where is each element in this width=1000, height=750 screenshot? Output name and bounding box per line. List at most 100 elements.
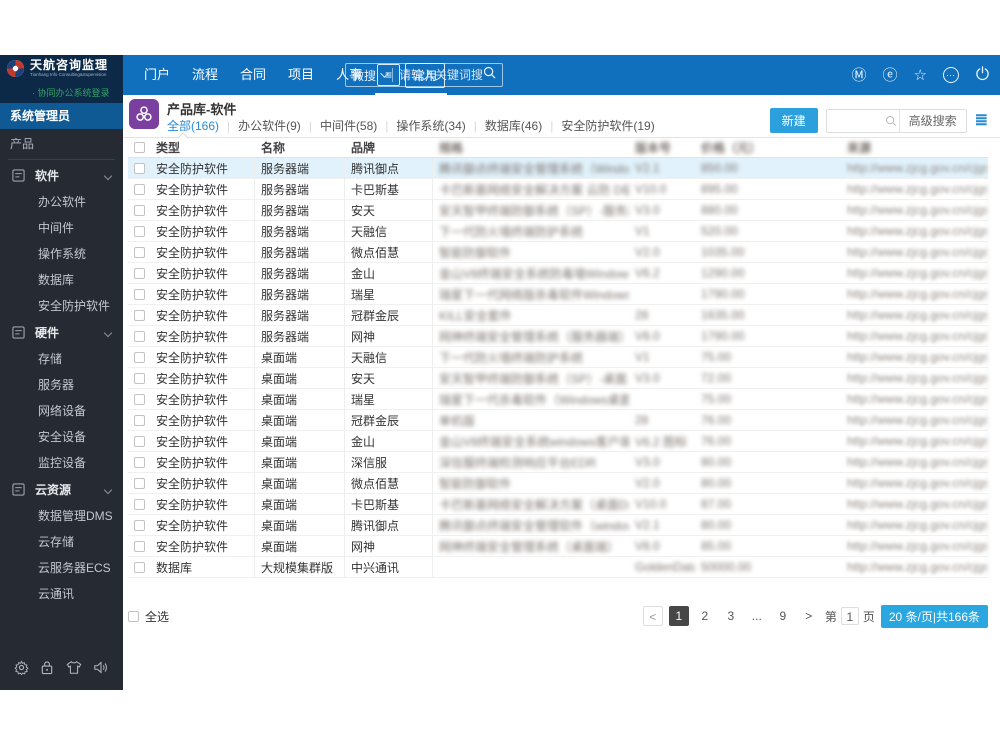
header-checkbox[interactable] [133,142,145,153]
row-checkbox[interactable] [133,162,145,174]
more-options-icon[interactable]: ⋯ [943,67,959,83]
cell-source[interactable]: http://www.zjcg.gov.cn/cjgs/ [841,326,988,346]
row-checkbox[interactable] [133,267,145,279]
sidebar-item-数据库[interactable]: 数据库 [0,267,123,293]
cell-source[interactable]: http://www.zjcg.gov.cn/cjgs/ [841,242,988,262]
cell-source[interactable]: http://www.zjcg.gov.cn/cjgs/ [841,158,988,178]
row-checkbox[interactable] [133,498,145,510]
table-row[interactable]: 安全防护软件服务器端金山金山V8终端安全系统防毒墙Windows服务器 V6.2 1… [128,263,988,284]
row-checkbox[interactable] [133,309,145,321]
table-row[interactable]: 安全防护软件 桌面端 金山 金山V8终端安全系统windows客户端 V6.2 图标 76… [128,431,988,452]
cell-source[interactable]: http://www.zjcg.gov.cn/cjgs/ [841,347,988,367]
sidebar-item-服务器[interactable]: 服务器 [0,372,123,398]
filter-tab-5[interactable]: 数据库(46) [485,117,542,134]
page-button-1[interactable]: 1 [668,606,689,626]
list-view-icon[interactable]: ≣ [975,112,988,129]
cell-source[interactable]: http://www.zjcg.gov.cn/cjgs/ [841,179,988,199]
table-row[interactable]: 安全防护软件 桌面端 微点佰慧 智能防御软件 V2.0 80.00 http://www.z… [128,473,988,494]
row-checkbox[interactable] [133,519,145,531]
table-row[interactable]: 安全防护软件 桌面端 天融信 下一代防火墙终端防护系统 V1 75.00 http://ww… [128,347,988,368]
page-button-9[interactable]: 9 [773,606,793,626]
settings-gear-icon[interactable] [14,659,29,675]
row-checkbox[interactable] [133,456,145,468]
table-row[interactable]: 安全防护软件 桌面端 冠群金辰 单机版 28 76.00 http://www.zjcg.g… [128,410,988,431]
table-row[interactable]: 安全防护软件 服务器端 冠群金辰 KILL安全套件 28 1635.00 http://ww… [128,305,988,326]
sidebar-group-2[interactable]: 硬件 [0,319,123,346]
table-row[interactable]: 安全防护软件 桌面端 网神 网神终端安全管理系统（桌面端） V8.0 85.00 http:… [128,536,988,557]
cell-source[interactable]: http://www.zjcg.gov.cn/cjgs/ [841,515,988,535]
page-button-2[interactable]: 2 [695,606,715,626]
filter-tab-2[interactable]: 办公软件(9) [238,117,301,134]
row-checkbox[interactable] [133,246,145,258]
search-scope-label[interactable]: 微搜 [352,67,376,84]
cell-source[interactable]: http://www.zjcg.gov.cn/cjgs/ [841,305,988,325]
table-row[interactable]: 安全防护软件 服务器端 网神 网神终端安全管理系统（服务器端） V8.0 1790.00 h… [128,326,988,347]
cell-source[interactable]: http://www.zjcg.gov.cn/cjgs/ [841,473,988,493]
row-checkbox[interactable] [133,540,145,552]
select-all-checkbox[interactable] [128,610,139,622]
cell-source[interactable]: http://www.zjcg.gov.cn/cjgs/ [841,452,988,472]
sidebar-item-操作系统[interactable]: 操作系统 [0,241,123,267]
nav-item-2[interactable]: 流程 [181,55,229,95]
page-jump-input[interactable]: 1 [840,607,859,625]
table-row[interactable]: 安全防护软件桌面端卡巴斯基卡巴斯基网络安全解决方案（桌面D级别）- KD... V… [128,494,988,515]
sidebar-item-数据管理DMS[interactable]: 数据管理DMS [0,503,123,529]
sidebar-item-办公软件[interactable]: 办公软件 [0,189,123,215]
cell-source[interactable]: http://www.zjcg.gov.cn/cjgs/ [841,284,988,304]
theme-shirt-icon[interactable] [66,660,82,675]
lock-icon[interactable] [40,660,54,675]
sidebar-group-1[interactable]: 软件 [0,162,123,189]
sidebar-item-安全设备[interactable]: 安全设备 [0,424,123,450]
filter-tab-4[interactable]: 操作系统(34) [396,117,465,134]
sidebar-item-中间件[interactable]: 中间件 [0,215,123,241]
nav-item-1[interactable]: 门户 [133,55,181,95]
table-row[interactable]: 安全防护软件桌面端瑞星瑞星下一代杀毒软件（Windows桌面版） 75.00 htt… [128,389,988,410]
next-page-button[interactable]: > [799,606,819,626]
cell-source[interactable]: http://www.zjcg.gov.cn/cjgs/ [841,410,988,430]
row-checkbox[interactable] [133,561,145,573]
page-button-3[interactable]: 3 [721,606,741,626]
new-button[interactable]: 新建 [769,108,818,133]
table-row[interactable]: 安全防护软件 服务器端 瑞星 瑞星下一代网络版杀毒软件Windows版 1790.00 h… [128,284,988,305]
cell-source[interactable]: http://www.zjcg.gov.cn/cjgs/ [841,431,988,451]
global-search-input[interactable] [399,68,484,82]
power-icon[interactable] [975,66,990,84]
row-checkbox[interactable] [133,183,145,195]
row-checkbox[interactable] [133,204,145,216]
filter-tab-3[interactable]: 中间件(58) [320,117,377,134]
sidebar-group-3[interactable]: 云资源 [0,476,123,503]
filter-tab-1[interactable]: 全部(166) [167,117,219,134]
table-row[interactable]: 安全防护软件 服务器端 天融信 下一代防火墙终端防护系统 V1 520.00 http://… [128,221,988,242]
row-checkbox[interactable] [133,351,145,363]
table-row[interactable]: 安全防护软件桌面端腾讯御点腾讯御点终端安全管理软件（windows版）/ V2.… [128,515,988,536]
search-icon[interactable] [483,66,496,84]
star-icon[interactable]: ☆ [914,68,927,83]
cell-source[interactable]: http://www.zjcg.gov.cn/cjgs/ [841,536,988,556]
row-checkbox[interactable] [133,225,145,237]
cell-source[interactable]: http://www.zjcg.gov.cn/cjgs/ [841,263,988,283]
cell-source[interactable]: http://www.zjcg.gov.cn/cjgs/ [841,200,988,220]
prev-page-button[interactable]: < [642,606,663,626]
row-checkbox[interactable] [133,372,145,384]
sidebar-item-存储[interactable]: 存储 [0,346,123,372]
cell-source[interactable]: http://www.zjcg.gov.cn/cjgs/ [841,389,988,409]
sidebar-item-云存储[interactable]: 云存储 [0,529,123,555]
table-row[interactable]: 安全防护软件 桌面端 深信服 深信服终端检测响应平台EDR V3.0 80.00 http:… [128,452,988,473]
table-row[interactable]: 安全防护软件 服务器端 微点佰慧 智能防御软件 V2.0 1035.00 http://ww… [128,242,988,263]
sidebar-item-网络设备[interactable]: 网络设备 [0,398,123,424]
filter-tab-6[interactable]: 安全防护软件(19) [561,117,654,134]
sidebar-item-云服务器ECS[interactable]: 云服务器ECS [0,555,123,581]
sidebar-item-安全防护软件[interactable]: 安全防护软件 [0,293,123,319]
table-search-input[interactable] [826,113,883,128]
row-checkbox[interactable] [133,435,145,447]
cell-source[interactable]: http://www.zjcg.gov.cn/cjgs/ [841,557,988,577]
table-row[interactable]: 安全防护软件 服务器端 卡巴斯基 卡巴斯基网络安全解决方案 云防 D级别 V10.0 89… [128,179,988,200]
row-checkbox[interactable] [133,477,145,489]
nav-item-4[interactable]: 项目 [277,55,325,95]
cell-source[interactable]: http://www.zjcg.gov.cn/cjgs/ [841,368,988,388]
sound-speaker-icon[interactable] [93,660,109,675]
circled-e-icon[interactable]: ⓔ [883,68,898,83]
sidebar-item-监控设备[interactable]: 监控设备 [0,450,123,476]
cell-source[interactable]: http://www.zjcg.gov.cn/cjgs/ [841,221,988,241]
table-row[interactable]: 安全防护软件服务器端腾讯御点腾讯御点终端安全管理系统（Windows版） V2.1… [128,158,988,179]
